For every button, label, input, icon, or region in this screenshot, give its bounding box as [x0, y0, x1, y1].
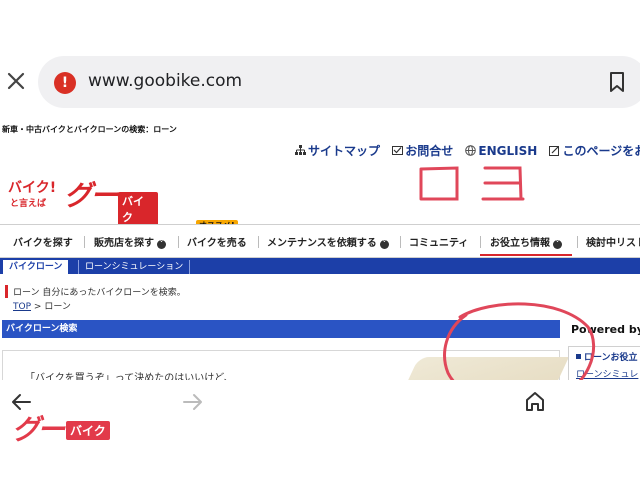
logo-line2: と言えば: [10, 199, 47, 209]
nav-divider: [480, 236, 481, 248]
annotation-circle: [443, 302, 596, 380]
footer-logo-badge: バイク: [66, 421, 110, 440]
chevron-down-icon: ˅: [379, 240, 389, 249]
this-page-label: このページをお: [562, 144, 640, 158]
nav-label: バイクを売る: [187, 238, 247, 249]
nav-label: 検討中リスト: [586, 238, 640, 249]
nav-divider: [178, 236, 179, 248]
nav-divider: [258, 236, 259, 248]
logo-badge: バイク: [118, 192, 158, 226]
nav-maintenance[interactable]: メンテナンスを依頼する ˅: [267, 234, 389, 249]
globe-icon: [465, 145, 477, 156]
page-heading: 新車・中古バイクとバイクローンの検索：ローン: [2, 125, 177, 134]
address-bar[interactable]: ! www.goobike.com: [38, 56, 640, 108]
warning-icon[interactable]: !: [54, 72, 76, 94]
logo-big: グー: [64, 179, 118, 212]
home-icon[interactable]: [524, 390, 546, 412]
breadcrumb: TOP > ローン: [13, 299, 71, 312]
browser-toolbar: ! www.goobike.com: [0, 52, 640, 114]
contact-link[interactable]: お問合せ: [392, 142, 453, 159]
chevron-down-icon: ˅: [157, 240, 166, 249]
screen: ! www.goobike.com 新車・中古バイクとバイクローンの検索：ローン…: [0, 0, 640, 480]
nav-useful-info[interactable]: お役立ち情報 ˅: [490, 234, 562, 249]
tab-loan-simulation[interactable]: ローンシミュレーション: [78, 260, 191, 274]
logo-line1: バイク!: [8, 180, 57, 196]
panel-text: 「バイクを買うぞ」って決めたのはいいけど、: [25, 373, 234, 380]
nav-divider: [84, 236, 85, 248]
web-page: 新車・中古バイクとバイクローンの検索：ローン サイトマップ お問合せ ENGLI…: [0, 114, 640, 380]
edit-icon: [549, 146, 560, 156]
this-page-link[interactable]: このページをお: [549, 142, 640, 159]
nav-label: 販売店を探す: [94, 238, 154, 249]
active-nav-underline: [480, 254, 572, 256]
nav-divider: [577, 236, 578, 248]
nav-community[interactable]: コミュニティ: [409, 234, 468, 249]
breadcrumb-separator: >: [33, 302, 42, 312]
top-links: サイトマップ お問合せ ENGLISH このページをお: [295, 142, 640, 160]
footer-logo: グー バイク: [12, 408, 112, 446]
site-logo[interactable]: バイク! と言えば グー バイク: [8, 174, 158, 226]
nav-divider: [400, 236, 401, 248]
nav-wishlist[interactable]: 検討中リスト: [586, 234, 640, 249]
main-nav: バイクを探す 販売店を探す ˅ バイクを売る メンテナンスを依頼する ˅ コミュニテ…: [0, 224, 640, 258]
english-link[interactable]: ENGLISH: [465, 144, 537, 158]
sitemap-icon: [295, 145, 306, 155]
arrow-right-icon[interactable]: [182, 392, 204, 412]
page-description: ローン 自分にあったバイクローンを検索。: [5, 285, 186, 298]
nav-sell-bike[interactable]: バイクを売る: [187, 234, 247, 249]
close-icon[interactable]: [4, 69, 28, 93]
english-label: ENGLISH: [478, 144, 538, 158]
footer-logo-big: グー: [12, 413, 65, 446]
mail-icon: [392, 146, 404, 155]
bookmark-icon[interactable]: [608, 71, 626, 93]
breadcrumb-top-link[interactable]: TOP: [13, 302, 31, 312]
breadcrumb-current: ローン: [44, 302, 71, 312]
nav-label: バイクを探す: [13, 238, 73, 249]
status-area: [0, 0, 640, 52]
sitemap-link[interactable]: サイトマップ: [295, 142, 380, 159]
nav-search-shop[interactable]: 販売店を探す ˅: [94, 234, 166, 249]
sitemap-label: サイトマップ: [308, 144, 381, 158]
nav-search-bike[interactable]: バイクを探す: [13, 234, 73, 249]
url-text[interactable]: www.goobike.com: [88, 71, 242, 91]
nav-label: コミュニティ: [409, 238, 469, 249]
contact-label: お問合せ: [405, 144, 454, 158]
tab-bike-loan[interactable]: バイクローン: [3, 260, 69, 274]
chevron-down-icon: ˅: [553, 240, 562, 249]
nav-label: メンテナンスを依頼する: [267, 238, 377, 249]
annotation-koko: ココ: [419, 166, 525, 201]
nav-label: お役立ち情報: [490, 238, 550, 249]
